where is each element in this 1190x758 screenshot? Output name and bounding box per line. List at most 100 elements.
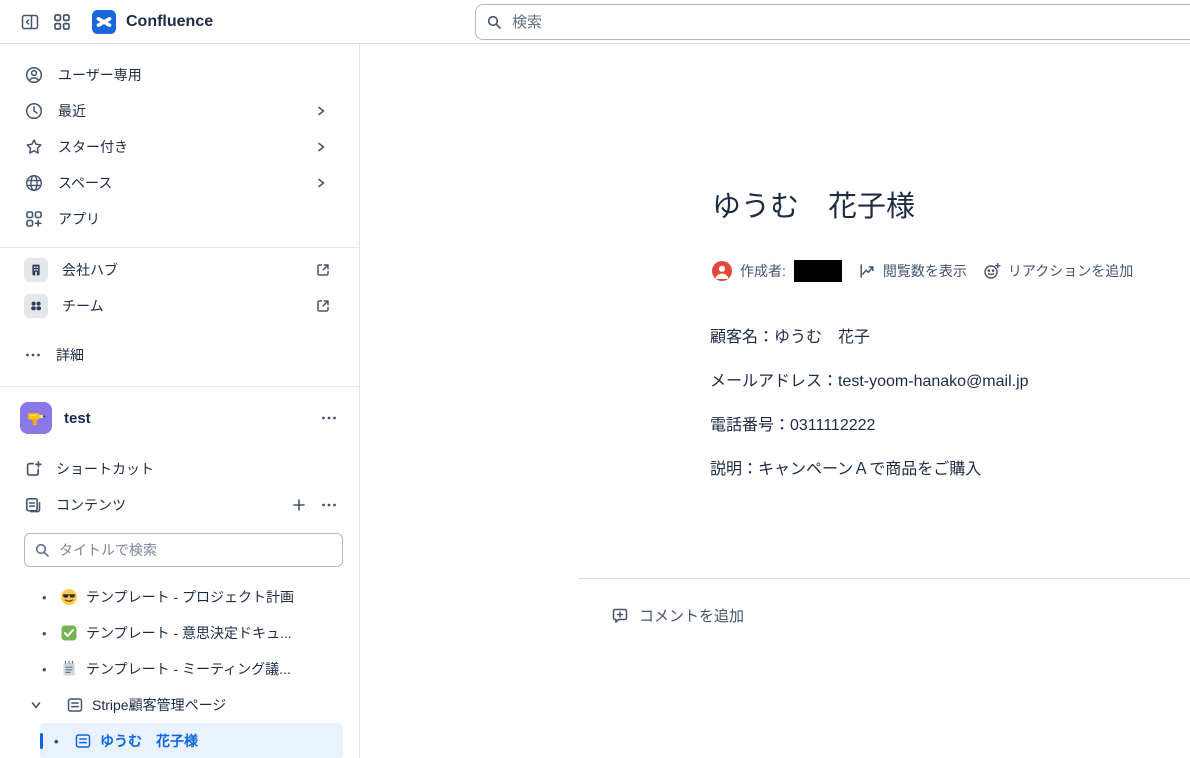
page-main: ゆうむ 花子様 作成者: 閲覧数を表示 リアクションを追加 顧客名：ゆうむ 花子… (360, 44, 1190, 758)
tree-item-label: テンプレート - プロジェクト計画 (86, 589, 295, 605)
sidebar-item-starred[interactable]: スター付き (0, 129, 359, 165)
sidebar-item-label: 最近 (58, 103, 86, 119)
sidebar-item-shortcuts[interactable]: ショートカット (0, 451, 359, 487)
sidebar-divider (0, 386, 359, 387)
tree-item-yoom-hanako-selected[interactable]: • ゆうむ 花子様 (40, 723, 343, 758)
author-avatar-icon (712, 261, 732, 281)
add-comment-label: コメントを追加 (639, 608, 745, 625)
star-icon (24, 137, 44, 157)
globe-icon (24, 173, 44, 193)
app-grid-icon (52, 12, 72, 32)
comments-section: コメントを追加 (578, 578, 1190, 631)
bullet-icon: • (42, 625, 47, 641)
bullet-icon: • (42, 661, 47, 677)
show-views-button[interactable]: 閲覧数を表示 (858, 261, 967, 281)
external-link-icon (315, 298, 341, 314)
sidebar-item-label: 会社ハブ (62, 262, 118, 278)
sidebar-item-recent[interactable]: 最近 (0, 93, 359, 129)
tree-item-label: ゆうむ 花子様 (100, 733, 198, 749)
global-search (475, 4, 1190, 40)
building-icon (24, 258, 48, 282)
top-bar: Confluence (0, 0, 1190, 44)
selected-indicator (40, 733, 43, 749)
space-avatar-drill-emoji (20, 402, 52, 434)
confluence-logo[interactable]: Confluence (92, 9, 214, 34)
tree-item-template-project-plan[interactable]: • テンプレート - プロジェクト計画 (40, 579, 343, 615)
sidebar-item-label: アプリ (58, 211, 100, 227)
chevron-right-icon (315, 177, 341, 189)
author-label: 作成者: (740, 263, 786, 279)
apps-icon (24, 209, 44, 229)
sidebar-item-label: スター付き (58, 139, 128, 155)
page-icon (66, 696, 84, 714)
sidebar-item-company-hub[interactable]: 会社ハブ (0, 252, 359, 288)
tree-item-template-decision[interactable]: • テンプレート - 意思決定ドキュ... (40, 615, 343, 651)
body-line-description: 説明：キャンペーンＡで商品をご購入 (710, 461, 982, 478)
content-search-input[interactable] (24, 533, 343, 567)
page-title: ゆうむ 花子様 (712, 191, 916, 223)
body-line-email: メールアドレス：test-yoom-hanako@mail.jp (710, 373, 1029, 390)
sidebar-item-label: コンテンツ (56, 497, 126, 513)
bullet-icon: • (42, 589, 47, 605)
tree-item-label: Stripe顧客管理ページ (92, 697, 227, 713)
tree-item-template-meeting-notes[interactable]: • テンプレート - ミーティング議... (40, 651, 343, 687)
byline-author: 作成者: (712, 260, 842, 282)
ellipsis-icon (24, 346, 42, 364)
chevron-right-icon (315, 105, 341, 117)
pages-icon (24, 496, 42, 514)
sidebar-item-label: ユーザー専用 (58, 67, 142, 83)
bullet-icon: • (54, 733, 59, 749)
sidebar: ユーザー専用 最近 スター付き スペース アプリ 会社ハブ チーム 詳細 tes… (0, 44, 360, 758)
shortcut-icon (24, 460, 42, 478)
sidebar-item-spaces[interactable]: スペース (0, 165, 359, 201)
sidebar-item-apps[interactable]: アプリ (0, 201, 359, 237)
body-line-phone: 電話番号：0311112222 (710, 417, 876, 434)
chevron-down-icon (30, 699, 56, 711)
sidebar-item-for-you[interactable]: ユーザー専用 (0, 57, 359, 93)
page-icon (74, 732, 92, 750)
sidebar-item-more[interactable]: 詳細 (0, 337, 359, 373)
app-switcher-button[interactable] (46, 6, 78, 38)
sidebar-item-label: スペース (58, 175, 113, 191)
sidebar-item-label: チーム (62, 298, 104, 314)
sidebar-item-teams[interactable]: チーム (0, 288, 359, 324)
add-comment-button[interactable]: コメントを追加 (610, 605, 744, 626)
content-tree: • テンプレート - プロジェクト計画 • テンプレート - 意思決定ドキュ..… (0, 579, 359, 758)
add-reaction-button[interactable]: リアクションを追加 (983, 261, 1133, 281)
confluence-logo-icon (92, 9, 116, 34)
comment-plus-icon (610, 606, 630, 626)
tree-item-stripe-customer-page[interactable]: Stripe顧客管理ページ (30, 687, 343, 723)
collapse-sidebar-icon (20, 12, 40, 32)
clock-icon (24, 101, 44, 121)
ellipsis-icon (320, 496, 338, 514)
sidebar-item-label: 詳細 (56, 347, 84, 363)
ellipsis-icon (320, 409, 338, 427)
show-views-label: 閲覧数を表示 (882, 263, 967, 279)
space-more-button[interactable] (317, 406, 341, 430)
smiley-plus-icon (983, 262, 1001, 280)
sidebar-divider (0, 247, 359, 248)
people-icon (24, 294, 48, 318)
sunglasses-face-emoji (60, 588, 78, 606)
sidebar-item-label: ショートカット (56, 461, 154, 477)
external-link-icon (315, 262, 341, 278)
add-content-button[interactable] (287, 493, 311, 517)
app-name: Confluence (126, 12, 214, 30)
collapse-sidebar-button[interactable] (14, 6, 46, 38)
analytics-chart-icon (858, 262, 876, 280)
content-search (24, 533, 343, 567)
body-line-customer-name: 顧客名：ゆうむ 花子 (710, 329, 871, 346)
plus-icon (291, 497, 307, 513)
check-mark-emoji (60, 624, 78, 642)
global-search-input[interactable] (475, 4, 1190, 40)
tree-item-label: テンプレート - 意思決定ドキュ... (86, 625, 292, 641)
space-header[interactable]: test (0, 398, 359, 438)
sidebar-item-content[interactable]: コンテンツ (0, 487, 359, 523)
tree-item-label: テンプレート - ミーティング議... (86, 661, 291, 677)
chevron-right-icon (315, 141, 341, 153)
content-more-button[interactable] (317, 493, 341, 517)
byline: 作成者: 閲覧数を表示 リアクションを追加 (712, 260, 1133, 282)
add-reaction-label: リアクションを追加 (1007, 263, 1134, 279)
space-name: test (64, 409, 91, 427)
page-body: 顧客名：ゆうむ 花子 メールアドレス：test-yoom-hanako@mail… (710, 326, 1029, 502)
